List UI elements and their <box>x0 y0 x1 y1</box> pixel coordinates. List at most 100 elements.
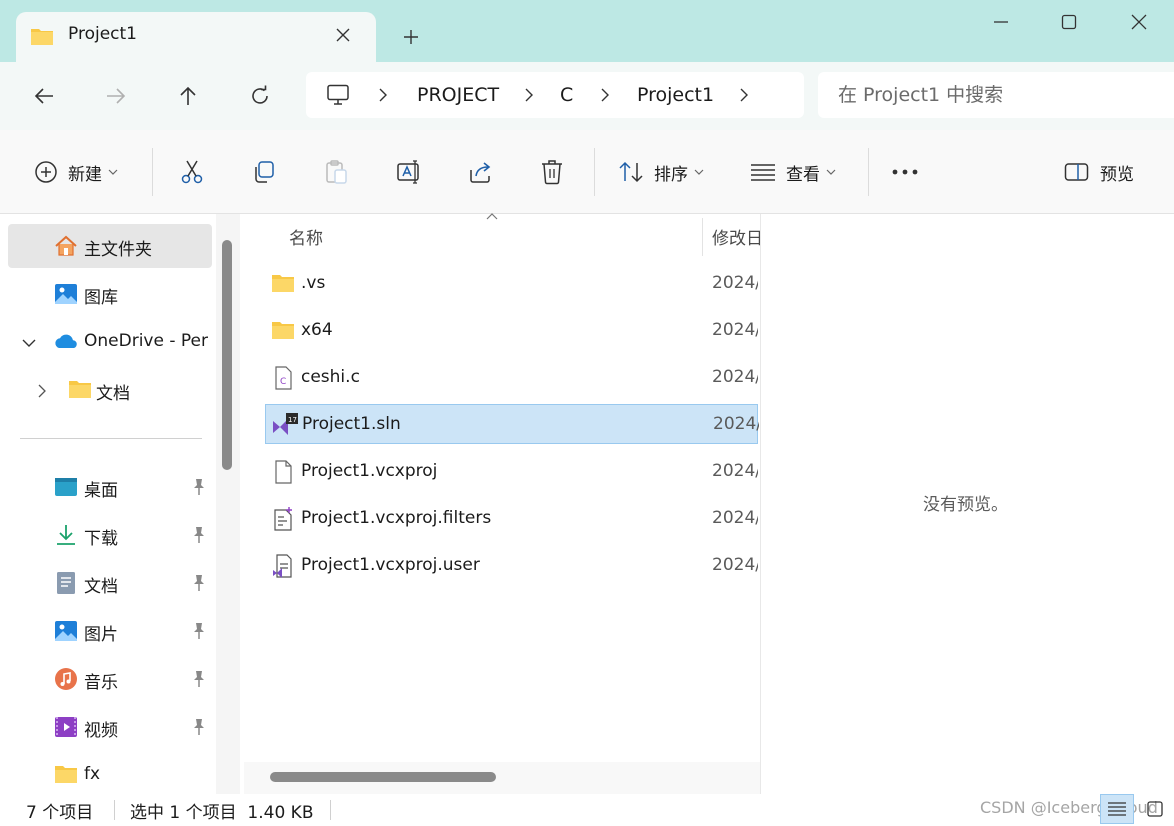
preview-pane-icon <box>1064 162 1090 182</box>
breadcrumb-project1[interactable]: Project1 <box>637 84 714 106</box>
sidebar-item-downloads[interactable]: 下载 <box>8 513 212 557</box>
pin-icon[interactable] <box>190 525 208 545</box>
sidebar-item-label: 文档 <box>84 577 118 597</box>
chevron-right-icon[interactable] <box>596 85 614 105</box>
horizontal-scrollbar-thumb[interactable] <box>270 772 496 782</box>
svg-text:C: C <box>280 377 286 387</box>
table-row[interactable]: Project1.vcxproj 2024/ <box>265 452 758 492</box>
view-button[interactable]: 查看 <box>750 150 836 194</box>
paste-button[interactable] <box>324 150 348 194</box>
file-date: 2024/ <box>713 414 759 434</box>
chevron-right-icon[interactable] <box>374 85 392 105</box>
back-arrow-icon[interactable] <box>24 76 64 116</box>
minimize-icon[interactable] <box>978 6 1024 38</box>
sidebar-item-pictures[interactable]: 图片 <box>8 609 212 653</box>
paste-icon <box>324 159 348 185</box>
video-icon <box>54 715 78 739</box>
desktop-icon <box>54 475 78 499</box>
copy-button[interactable] <box>252 150 276 194</box>
share-button[interactable] <box>468 150 494 194</box>
toolbar-divider <box>594 148 595 196</box>
sidebar-item-fx[interactable]: fx <box>8 753 212 797</box>
toolbar-divider <box>868 148 869 196</box>
sidebar-item-gallery[interactable]: 图库 <box>8 272 212 316</box>
table-row[interactable]: 17 Project1.sln 2024/ <box>265 404 759 444</box>
details-view-button[interactable] <box>1100 794 1134 824</box>
rename-button[interactable] <box>396 150 422 194</box>
sidebar-item-videos[interactable]: 视频 <box>8 705 212 749</box>
more-icon <box>892 169 918 175</box>
this-pc-icon <box>326 84 350 106</box>
tab-close-icon[interactable] <box>328 20 358 50</box>
forward-arrow-icon[interactable] <box>96 76 136 116</box>
more-options-button[interactable] <box>892 150 918 194</box>
no-preview-text: 没有预览。 <box>923 495 1008 515</box>
details-view-icon <box>1107 801 1127 817</box>
item-count: 7 个项目 <box>26 803 94 823</box>
file-list: 名称 修改日 .vs 2024/ x64 2024/ C ceshi.c 202… <box>244 213 760 794</box>
file-name: Project1.vcxproj <box>301 461 438 481</box>
tab-project1[interactable]: Project1 <box>16 12 376 64</box>
sort-label: 排序 <box>654 164 688 185</box>
pin-icon[interactable] <box>190 717 208 737</box>
chevron-down-icon <box>108 169 118 175</box>
share-icon <box>468 160 494 184</box>
music-icon <box>54 667 78 691</box>
cut-button[interactable] <box>180 150 204 194</box>
sidebar-item-label: 桌面 <box>84 481 118 501</box>
delete-icon <box>540 159 564 185</box>
table-row[interactable]: .vs 2024/ <box>265 264 758 304</box>
new-tab-plus-icon[interactable] <box>396 22 426 52</box>
breadcrumb-project[interactable]: PROJECT <box>417 84 499 106</box>
sidebar-scrollbar-thumb[interactable] <box>222 240 232 470</box>
sidebar-item-label: fx <box>84 764 101 784</box>
pin-icon[interactable] <box>190 477 208 497</box>
sidebar-item-onedrive-documents[interactable]: 文档 <box>8 368 212 412</box>
folder-icon <box>271 319 295 343</box>
up-arrow-icon[interactable] <box>168 76 208 116</box>
refresh-icon[interactable] <box>240 76 280 116</box>
column-header-modified[interactable]: 修改日 <box>712 224 760 249</box>
address-bar[interactable]: PROJECT C Project1 <box>306 72 804 118</box>
breadcrumb-c[interactable]: C <box>560 84 573 106</box>
close-icon[interactable] <box>1116 6 1162 38</box>
thumbnail-view-button[interactable] <box>1140 794 1170 824</box>
svg-text:17: 17 <box>288 416 297 424</box>
sidebar-item-documents[interactable]: 文档 <box>8 561 212 605</box>
pin-icon[interactable] <box>190 573 208 593</box>
file-date: 2024/ <box>712 273 758 293</box>
new-button[interactable]: 新建 <box>34 150 118 194</box>
maximize-icon[interactable] <box>1046 6 1092 38</box>
search-input[interactable] <box>838 82 1158 108</box>
sort-icon <box>618 161 644 183</box>
table-row[interactable]: C ceshi.c 2024/ <box>265 358 758 398</box>
column-divider[interactable] <box>702 218 703 256</box>
file-date: 2024/ <box>712 320 758 340</box>
column-header-name[interactable]: 名称 <box>289 224 323 249</box>
pin-icon[interactable] <box>190 669 208 689</box>
delete-button[interactable] <box>540 150 564 194</box>
thumbnail-view-icon <box>1146 800 1164 818</box>
download-icon <box>54 523 78 547</box>
table-row[interactable]: Project1.vcxproj.user 2024/ <box>265 546 758 586</box>
file-name: .vs <box>301 273 326 293</box>
sidebar-item-music[interactable]: 音乐 <box>8 657 212 701</box>
chevron-right-icon[interactable] <box>735 85 753 105</box>
chevron-down-icon <box>826 169 836 175</box>
sidebar-item-desktop[interactable]: 桌面 <box>8 465 212 509</box>
pin-icon[interactable] <box>190 621 208 641</box>
folder-icon <box>30 26 54 46</box>
sidebar-item-home[interactable]: 主文件夹 <box>8 224 212 268</box>
preview-pane: 没有预览。 <box>760 214 1174 794</box>
search-box[interactable] <box>818 72 1174 118</box>
table-row[interactable]: Project1.vcxproj.filters 2024/ <box>265 499 758 539</box>
navigation-pane: 主文件夹 图库 OneDrive - Per 文档 桌面 下载 文档 图片 音乐… <box>0 214 240 794</box>
sort-button[interactable]: 排序 <box>618 150 704 194</box>
table-row[interactable]: x64 2024/ <box>265 311 758 351</box>
sidebar-item-label: 图库 <box>84 288 118 308</box>
sidebar-item-onedrive[interactable]: OneDrive - Per <box>8 320 212 364</box>
preview-pane-button[interactable]: 预览 <box>1064 150 1134 194</box>
folder-icon <box>271 272 295 296</box>
chevron-right-icon[interactable] <box>520 85 538 105</box>
sidebar-item-label: 主文件夹 <box>84 240 152 260</box>
